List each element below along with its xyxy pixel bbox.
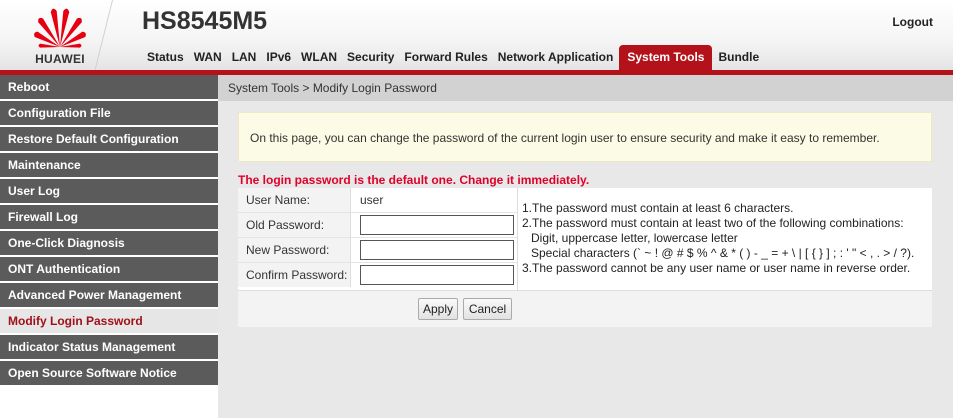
rule-line: Digit, uppercase letter, lowercase lette…: [531, 231, 738, 245]
header: HUAWEI HS8545M5 Logout Status WAN LAN IPv6 W…: [0, 0, 953, 70]
new-password-label: New Password:: [238, 238, 351, 262]
logout-link[interactable]: Logout: [892, 15, 933, 29]
new-password-input[interactable]: [360, 240, 514, 260]
default-password-warning: The login password is the default one. C…: [238, 173, 590, 187]
rule-line: 3.The password cannot be any user name o…: [522, 261, 911, 275]
nav-tab-wlan[interactable]: WLAN: [297, 45, 341, 70]
form-fields: User Name: user Old Password: New Passwo…: [238, 188, 518, 290]
sidebar-item-reboot[interactable]: Reboot: [0, 75, 218, 99]
sidebar-item-one-click-diagnosis[interactable]: One-Click Diagnosis: [0, 231, 218, 255]
device-model: HS8545M5: [142, 7, 268, 35]
nav-tab-forward-rules[interactable]: Forward Rules: [400, 45, 491, 70]
nav-tab-bundle[interactable]: Bundle: [714, 45, 763, 70]
sidebar-item-advanced-power-management[interactable]: Advanced Power Management: [0, 283, 218, 307]
breadcrumb: System Tools > Modify Login Password: [218, 75, 953, 101]
new-password-row: New Password:: [238, 238, 517, 263]
username-label: User Name:: [238, 188, 351, 212]
rule-line: Special characters (` ~ ! @ # $ % ^ & * …: [531, 246, 915, 260]
nav-tab-system-tools[interactable]: System Tools: [619, 45, 713, 70]
sidebar-item-restore-default-configuration[interactable]: Restore Default Configuration: [0, 127, 218, 151]
confirm-password-label: Confirm Password:: [238, 263, 351, 287]
sidebar-item-open-source-software-notice[interactable]: Open Source Software Notice: [0, 361, 218, 385]
sidebar-item-maintenance[interactable]: Maintenance: [0, 153, 218, 177]
username-value: user: [360, 193, 384, 207]
button-bar: Apply Cancel: [238, 290, 932, 327]
nav-tab-security[interactable]: Security: [343, 45, 398, 70]
logo-wordmark: HUAWEI: [35, 52, 85, 66]
nav-tab-status[interactable]: Status: [143, 45, 188, 70]
sidebar-item-user-log[interactable]: User Log: [0, 179, 218, 203]
main-nav: Status WAN LAN IPv6 WLAN Security Forward Rule…: [143, 45, 765, 70]
nav-tab-wan[interactable]: WAN: [190, 45, 226, 70]
username-row: User Name: user: [238, 188, 517, 213]
password-form: User Name: user Old Password: New Passwo…: [238, 188, 932, 290]
apply-button[interactable]: Apply: [418, 298, 458, 320]
password-rules: 1.The password must contain at least 6 c…: [522, 201, 927, 276]
huawei-petal-icon: [34, 8, 86, 48]
nav-tab-ipv6[interactable]: IPv6: [262, 45, 295, 70]
nav-tab-lan[interactable]: LAN: [228, 45, 261, 70]
old-password-input[interactable]: [360, 215, 514, 235]
sidebar-item-firewall-log[interactable]: Firewall Log: [0, 205, 218, 229]
main-content: System Tools > Modify Login Password On …: [218, 75, 953, 418]
sidebar-item-indicator-status-management[interactable]: Indicator Status Management: [0, 335, 218, 359]
nav-tab-network-application[interactable]: Network Application: [494, 45, 618, 70]
info-box: On this page, you can change the passwor…: [238, 112, 932, 162]
cancel-button[interactable]: Cancel: [463, 298, 512, 320]
rule-line: 1.The password must contain at least 6 c…: [522, 201, 794, 215]
sidebar: Reboot Configuration File Restore Default …: [0, 75, 218, 418]
sidebar-item-configuration-file[interactable]: Configuration File: [0, 101, 218, 125]
confirm-password-row: Confirm Password:: [238, 263, 517, 287]
old-password-label: Old Password:: [238, 213, 351, 237]
rule-line: 2.The password must contain at least two…: [522, 216, 904, 230]
sidebar-item-ont-authentication[interactable]: ONT Authentication: [0, 257, 218, 281]
sidebar-item-modify-login-password[interactable]: Modify Login Password: [0, 309, 218, 333]
huawei-logo: HUAWEI: [0, 0, 112, 70]
old-password-row: Old Password:: [238, 213, 517, 238]
confirm-password-input[interactable]: [360, 265, 514, 285]
